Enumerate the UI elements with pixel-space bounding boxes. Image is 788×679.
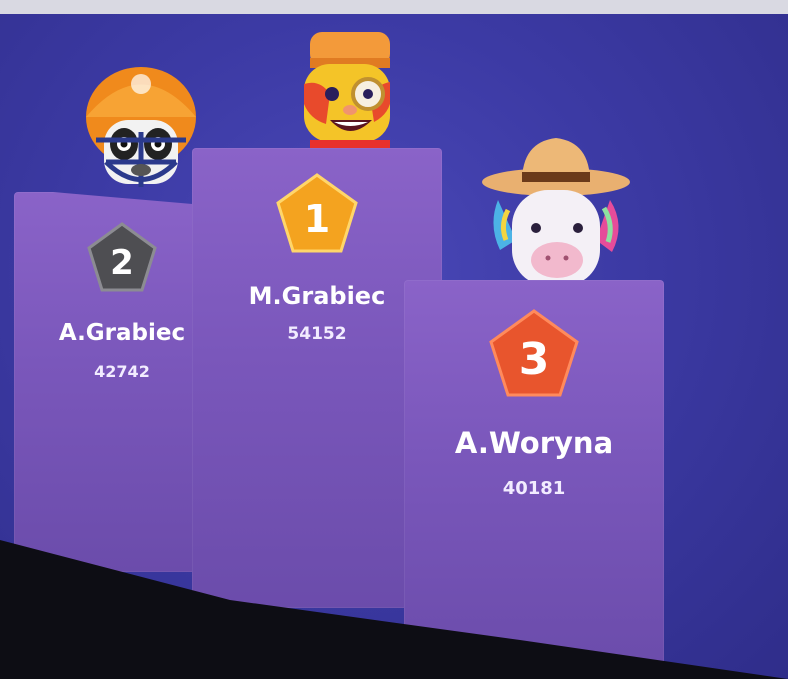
panda-football-helmet-icon bbox=[86, 67, 196, 187]
rank-1-number: 1 bbox=[304, 197, 330, 241]
monocle-character-icon bbox=[304, 32, 390, 154]
rank-2-number: 2 bbox=[110, 243, 134, 283]
player-name: A.Woryna bbox=[454, 426, 614, 460]
player-score: 40181 bbox=[502, 478, 566, 499]
rank-2-badge-icon: 2 bbox=[87, 222, 157, 292]
podium-third-place: 3 A.Woryna 40181 bbox=[404, 280, 664, 670]
rank-3-badge-icon: 3 bbox=[489, 309, 579, 397]
game-screen: 2 A.Grabiec 42742 1 M.Grabiec 54152 3 A.… bbox=[0, 0, 788, 679]
rank-3-number: 3 bbox=[519, 334, 550, 385]
top-banner bbox=[0, 0, 788, 14]
unicorn-cowboy-hat-icon bbox=[482, 138, 630, 286]
rank-1-badge-icon: 1 bbox=[276, 173, 358, 253]
